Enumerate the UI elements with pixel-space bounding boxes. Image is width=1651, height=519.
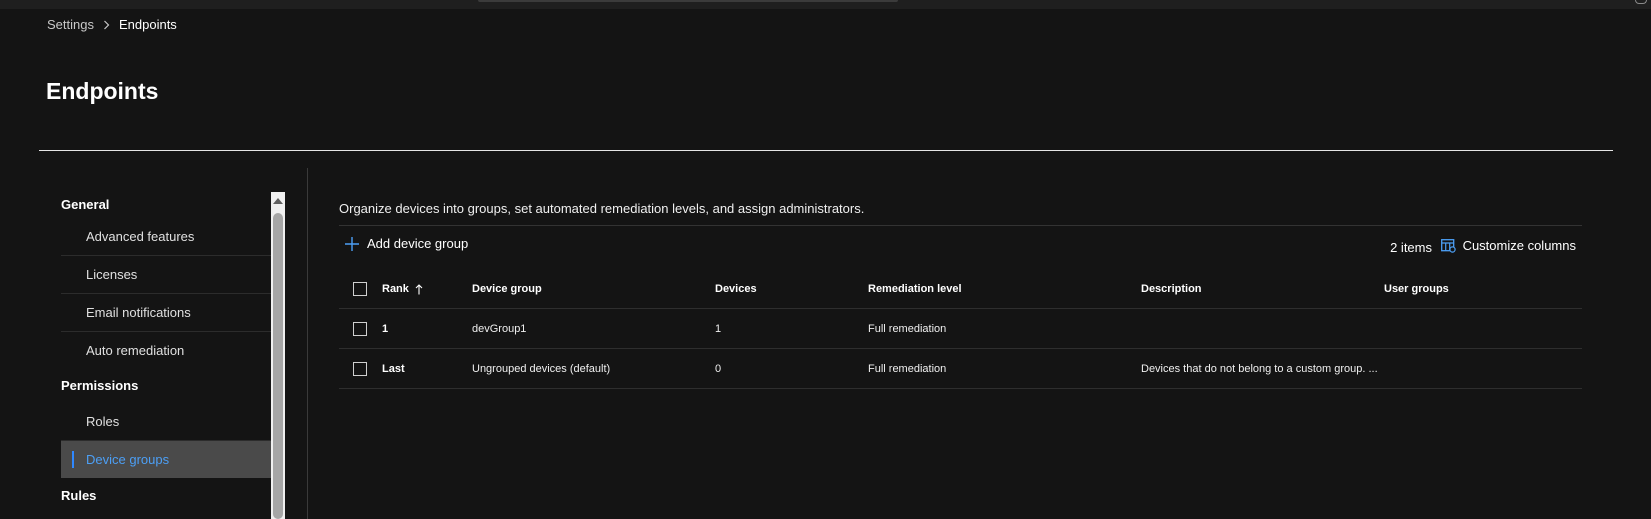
arrow-up-icon[interactable] bbox=[271, 192, 285, 208]
row-checkbox[interactable] bbox=[353, 361, 367, 376]
breadcrumb-settings-link[interactable]: Settings bbox=[47, 17, 94, 32]
page-title: Endpoints bbox=[46, 78, 159, 104]
add-device-group-button[interactable]: Add device group bbox=[345, 236, 468, 251]
sidebar-item-auto-remediation[interactable]: Auto remediation bbox=[61, 332, 271, 369]
breadcrumb: Settings Endpoints bbox=[47, 17, 177, 32]
column-header-rank-label: Rank bbox=[382, 283, 409, 295]
chevron-right-icon bbox=[103, 20, 110, 30]
breadcrumb-current: Endpoints bbox=[118, 17, 177, 32]
sidebar-section-general: General bbox=[61, 197, 110, 212]
panel-separator bbox=[307, 168, 308, 519]
sidebar-section-permissions: Permissions bbox=[61, 378, 139, 393]
sidebar-item-roles[interactable]: Roles bbox=[61, 403, 271, 441]
cell-device-group: Ungrouped devices (default) bbox=[472, 362, 611, 375]
scrollbar-thumb[interactable] bbox=[273, 213, 283, 519]
column-header-description[interactable]: Description bbox=[1141, 270, 1202, 308]
table-header-row: Rank Device group Devices Remediation le… bbox=[339, 270, 1582, 309]
select-all-cell bbox=[353, 270, 367, 308]
table-toolbar: Add device group 2 items Customize colum… bbox=[339, 236, 1582, 258]
cell-remediation-level: Full remediation bbox=[868, 362, 947, 375]
sidebar-item-licenses[interactable]: Licenses bbox=[61, 256, 271, 294]
table-row[interactable]: Last Ungrouped devices (default) 0 Full … bbox=[339, 349, 1582, 389]
row-select-cell bbox=[353, 309, 367, 348]
customize-columns-icon bbox=[1440, 238, 1456, 253]
customize-columns-button[interactable]: Customize columns bbox=[1440, 238, 1576, 253]
cell-rank: 1 bbox=[382, 322, 389, 335]
cell-remediation-level: Full remediation bbox=[868, 322, 947, 335]
description-divider bbox=[339, 225, 1582, 226]
customize-columns-label: Customize columns bbox=[1462, 238, 1576, 253]
select-all-checkbox[interactable] bbox=[353, 282, 367, 296]
page-description: Organize devices into groups, set automa… bbox=[339, 201, 865, 216]
row-checkbox[interactable] bbox=[353, 321, 367, 336]
sort-ascending-icon bbox=[415, 283, 423, 295]
cell-description: Devices that do not belong to a custom g… bbox=[1141, 362, 1378, 375]
sidebar-item-advanced-features[interactable]: Advanced features bbox=[61, 218, 271, 256]
sidebar-scrollbar[interactable] bbox=[271, 192, 285, 519]
header-divider bbox=[39, 150, 1613, 151]
sidebar-item-email-notifications[interactable]: Email notifications bbox=[61, 294, 271, 332]
column-header-rank[interactable]: Rank bbox=[382, 270, 423, 308]
plus-icon bbox=[345, 236, 359, 251]
column-header-devices[interactable]: Devices bbox=[715, 270, 757, 308]
account-icon[interactable] bbox=[1635, 0, 1647, 4]
device-groups-table: Rank Device group Devices Remediation le… bbox=[339, 270, 1582, 389]
settings-sidebar: General Advanced features Licenses Email… bbox=[61, 192, 271, 519]
search-box-edge[interactable] bbox=[478, 0, 898, 2]
cell-devices: 0 bbox=[715, 362, 722, 375]
sidebar-item-device-groups[interactable]: Device groups bbox=[61, 441, 271, 478]
cell-devices: 1 bbox=[715, 322, 722, 335]
cell-device-group: devGroup1 bbox=[472, 322, 527, 335]
column-header-device-group[interactable]: Device group bbox=[472, 270, 542, 308]
cell-rank: Last bbox=[382, 362, 405, 375]
add-device-group-label: Add device group bbox=[367, 236, 469, 251]
column-header-user-groups[interactable]: User groups bbox=[1384, 270, 1449, 308]
items-count: 2 items bbox=[1390, 240, 1432, 255]
column-header-remediation-level[interactable]: Remediation level bbox=[868, 270, 962, 308]
sidebar-section-rules: Rules bbox=[61, 488, 97, 503]
row-select-cell bbox=[353, 349, 367, 388]
table-row[interactable]: 1 devGroup1 1 Full remediation bbox=[339, 309, 1582, 349]
top-bar bbox=[0, 0, 1651, 9]
